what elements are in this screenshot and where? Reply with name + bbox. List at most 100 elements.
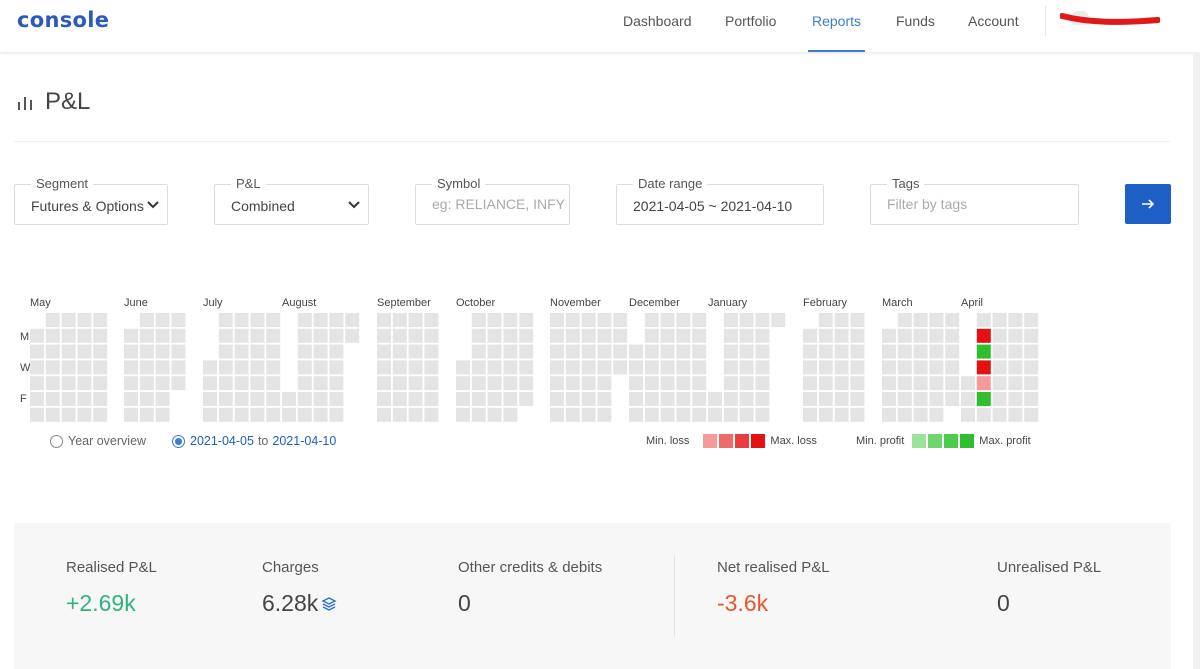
- heatmap-cell[interactable]: [834, 407, 849, 422]
- heatmap-cell[interactable]: [266, 313, 281, 327]
- heatmap-cell[interactable]: [976, 344, 991, 359]
- heatmap-cell[interactable]: [1008, 328, 1023, 343]
- heatmap-cell[interactable]: [171, 360, 186, 375]
- heatmap-cell[interactable]: [61, 313, 76, 327]
- heatmap-cell[interactable]: [424, 344, 439, 359]
- heatmap-cell[interactable]: [913, 407, 928, 422]
- heatmap-cell[interactable]: [218, 328, 233, 343]
- heatmap-cell[interactable]: [171, 344, 186, 359]
- heatmap-cell[interactable]: [834, 328, 849, 343]
- heatmap-cell[interactable]: [913, 328, 928, 343]
- heatmap-cell[interactable]: [345, 313, 360, 327]
- heatmap-cell[interactable]: [992, 344, 1007, 359]
- heatmap-cell[interactable]: [550, 407, 564, 422]
- heatmap-cell[interactable]: [471, 407, 486, 422]
- heatmap-cell[interactable]: [93, 328, 108, 343]
- heatmap-cell[interactable]: [818, 360, 833, 375]
- heatmap-cell[interactable]: [818, 407, 833, 422]
- date-range-option[interactable]: 2021-04-05 to 2021-04-10: [172, 434, 336, 448]
- heatmap-cell[interactable]: [77, 344, 92, 359]
- heatmap-cell[interactable]: [597, 344, 612, 359]
- heatmap-cell[interactable]: [93, 344, 108, 359]
- heatmap-cell[interactable]: [897, 360, 912, 375]
- heatmap-cell[interactable]: [297, 313, 312, 327]
- heatmap-cell[interactable]: [929, 392, 944, 406]
- heatmap-cell[interactable]: [124, 407, 138, 422]
- heatmap-cell[interactable]: [803, 360, 817, 375]
- heatmap-cell[interactable]: [929, 360, 944, 375]
- heatmap-cell[interactable]: [961, 392, 975, 406]
- heatmap-cell[interactable]: [660, 376, 675, 391]
- heatmap-cell[interactable]: [692, 344, 707, 359]
- heatmap-cell[interactable]: [155, 407, 170, 422]
- heatmap-cell[interactable]: [565, 376, 580, 391]
- heatmap-cell[interactable]: [45, 344, 60, 359]
- heatmap-cell[interactable]: [487, 313, 502, 327]
- heatmap-cell[interactable]: [850, 328, 865, 343]
- heatmap-cell[interactable]: [961, 407, 975, 422]
- heatmap-cell[interactable]: [818, 344, 833, 359]
- heatmap-cell[interactable]: [282, 407, 296, 422]
- heatmap-cell[interactable]: [676, 344, 691, 359]
- heatmap-cell[interactable]: [976, 360, 991, 375]
- heatmap-cell[interactable]: [218, 313, 233, 327]
- heatmap-cell[interactable]: [850, 407, 865, 422]
- heatmap-cell[interactable]: [503, 376, 518, 391]
- heatmap-cell[interactable]: [519, 376, 534, 391]
- heatmap-cell[interactable]: [456, 392, 470, 406]
- heatmap-cell[interactable]: [644, 376, 659, 391]
- heatmap-cell[interactable]: [755, 360, 770, 375]
- heatmap-cell[interactable]: [503, 344, 518, 359]
- heatmap-cell[interactable]: [266, 360, 281, 375]
- heatmap-cell[interactable]: [1008, 407, 1023, 422]
- heatmap-cell[interactable]: [882, 360, 896, 375]
- heatmap-cell[interactable]: [565, 407, 580, 422]
- heatmap-cell[interactable]: [392, 407, 407, 422]
- heatmap-cell[interactable]: [30, 376, 44, 391]
- heatmap-cell[interactable]: [660, 344, 675, 359]
- heatmap-cell[interactable]: [1024, 376, 1039, 391]
- heatmap-cell[interactable]: [676, 376, 691, 391]
- heatmap-cell[interactable]: [945, 313, 960, 327]
- heatmap-cell[interactable]: [803, 344, 817, 359]
- heatmap-cell[interactable]: [424, 407, 439, 422]
- heatmap-cell[interactable]: [124, 392, 138, 406]
- heatmap-cell[interactable]: [976, 313, 991, 327]
- heatmap-cell[interactable]: [155, 328, 170, 343]
- heatmap-cell[interactable]: [45, 376, 60, 391]
- heatmap-cell[interactable]: [377, 360, 391, 375]
- heatmap-cell[interactable]: [818, 392, 833, 406]
- heatmap-cell[interactable]: [597, 328, 612, 343]
- heatmap-cell[interactable]: [408, 392, 423, 406]
- heatmap-cell[interactable]: [313, 360, 328, 375]
- heatmap-cell[interactable]: [377, 313, 391, 327]
- heatmap-cell[interactable]: [660, 407, 675, 422]
- heatmap-cell[interactable]: [234, 328, 249, 343]
- heatmap-cell[interactable]: [487, 344, 502, 359]
- heatmap-cell[interactable]: [124, 328, 138, 343]
- heatmap-cell[interactable]: [30, 328, 44, 343]
- heatmap-cell[interactable]: [882, 376, 896, 391]
- heatmap-cell[interactable]: [45, 392, 60, 406]
- heatmap-cell[interactable]: [471, 360, 486, 375]
- heatmap-cell[interactable]: [408, 328, 423, 343]
- heatmap-cell[interactable]: [424, 328, 439, 343]
- heatmap-cell[interactable]: [897, 407, 912, 422]
- heatmap-cell[interactable]: [692, 376, 707, 391]
- heatmap-cell[interactable]: [503, 360, 518, 375]
- heatmap-cell[interactable]: [313, 344, 328, 359]
- heatmap-cell[interactable]: [30, 407, 44, 422]
- heatmap-cell[interactable]: [61, 407, 76, 422]
- heatmap-cell[interactable]: [581, 392, 596, 406]
- heatmap-cell[interactable]: [676, 328, 691, 343]
- heatmap-cell[interactable]: [61, 328, 76, 343]
- heatmap-cell[interactable]: [471, 328, 486, 343]
- heatmap-cell[interactable]: [30, 344, 44, 359]
- heatmap-cell[interactable]: [392, 328, 407, 343]
- heatmap-cell[interactable]: [882, 407, 896, 422]
- heatmap-cell[interactable]: [882, 344, 896, 359]
- heatmap-cell[interactable]: [739, 392, 754, 406]
- heatmap-cell[interactable]: [297, 360, 312, 375]
- heatmap-cell[interactable]: [1008, 360, 1023, 375]
- heatmap-cell[interactable]: [329, 376, 344, 391]
